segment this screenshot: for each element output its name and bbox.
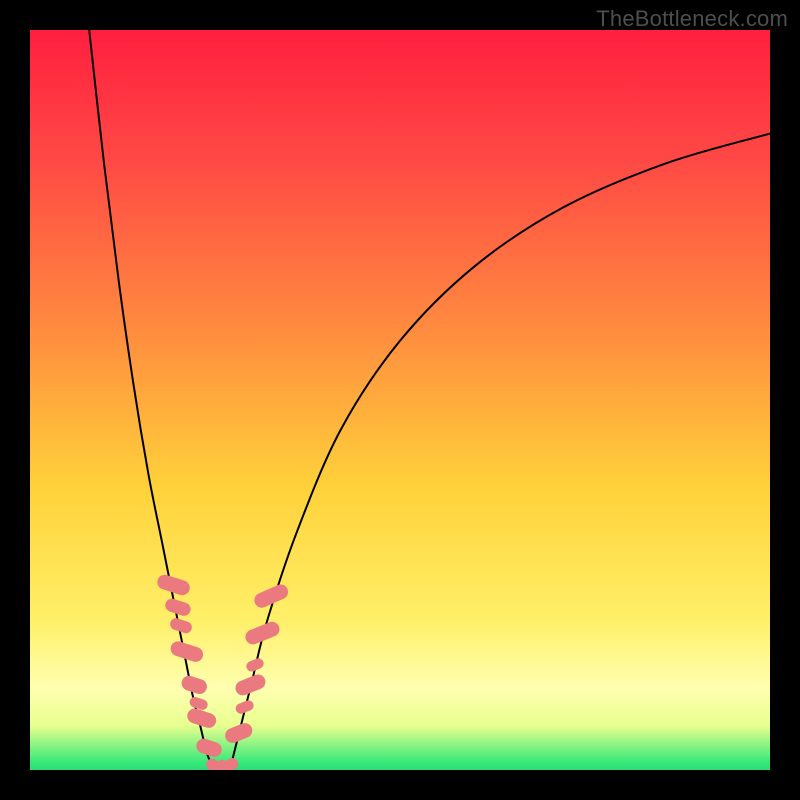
marker-group bbox=[155, 573, 290, 770]
data-marker bbox=[155, 573, 191, 597]
data-marker bbox=[194, 737, 223, 759]
data-marker bbox=[223, 721, 255, 745]
data-marker bbox=[188, 696, 209, 712]
watermark-text: TheBottleneck.com bbox=[596, 6, 788, 32]
chart-svg bbox=[30, 30, 770, 770]
chart-frame: TheBottleneck.com bbox=[0, 0, 800, 800]
chart-plot-area bbox=[30, 30, 770, 770]
data-marker bbox=[164, 597, 193, 618]
data-marker bbox=[169, 639, 205, 663]
data-marker bbox=[185, 707, 218, 730]
data-marker bbox=[233, 672, 267, 697]
curve-right bbox=[230, 134, 770, 770]
data-marker bbox=[180, 674, 209, 696]
data-marker bbox=[243, 620, 281, 647]
